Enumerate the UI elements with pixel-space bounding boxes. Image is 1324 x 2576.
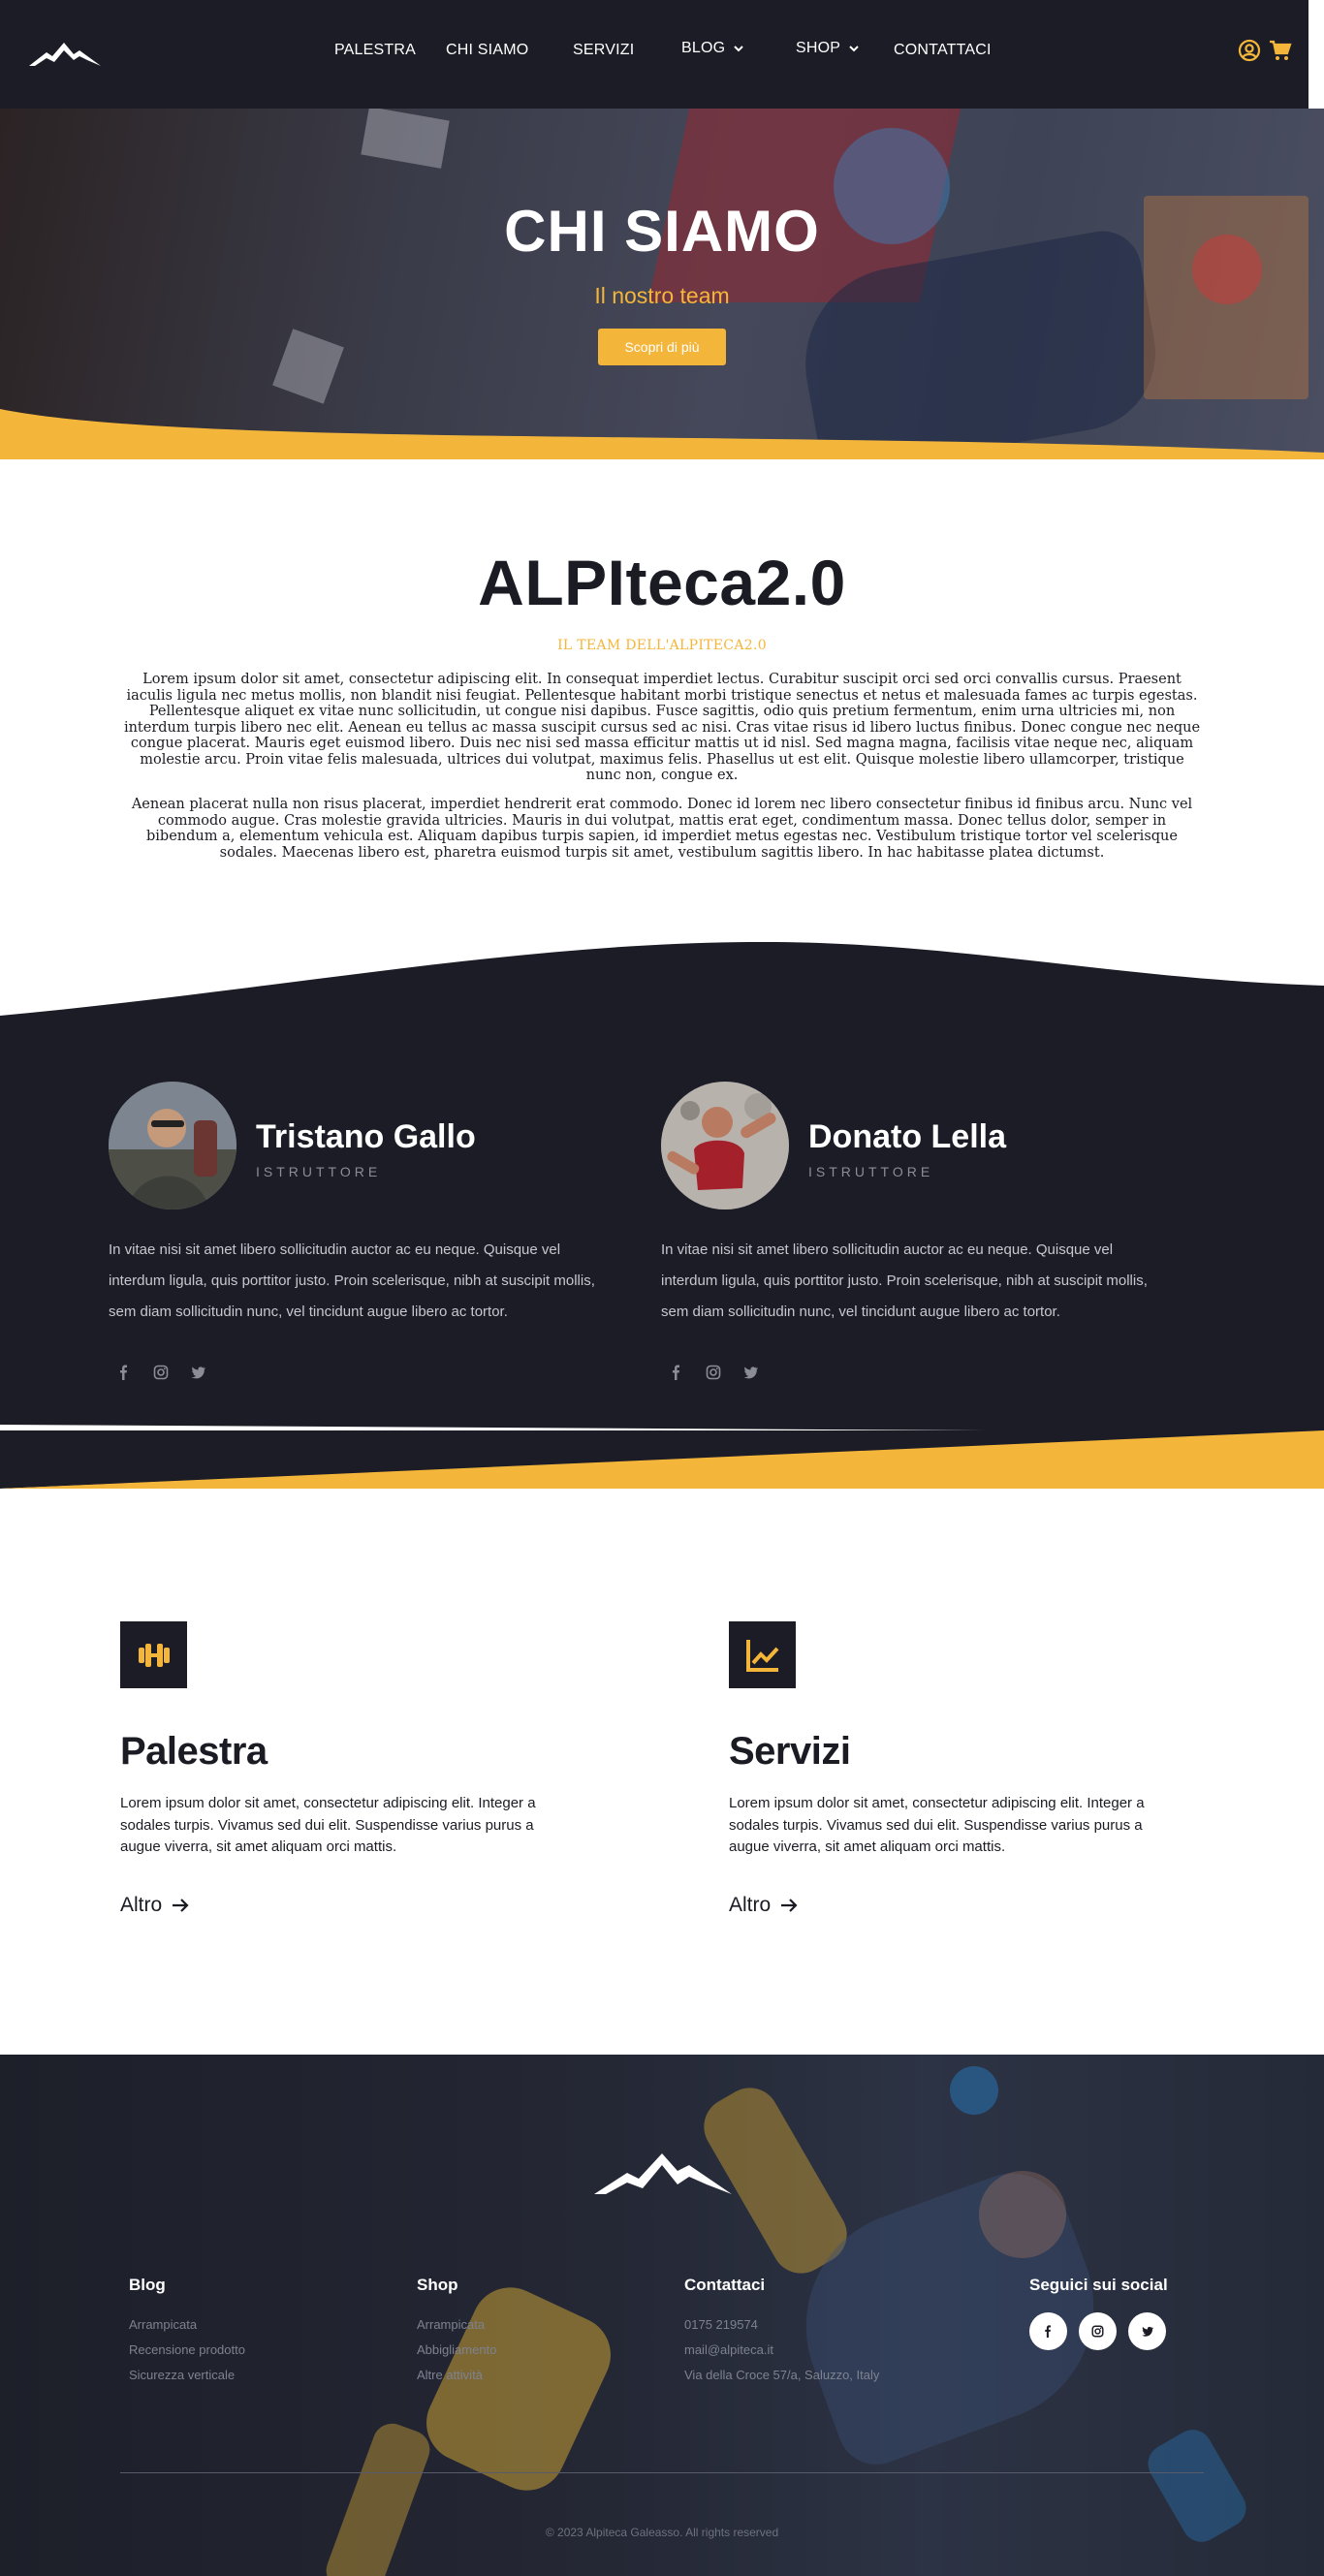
footer-social-column: Seguici sui social <box>1029 2276 1168 2350</box>
feature-title: Palestra <box>120 1730 268 1773</box>
scopri-button[interactable]: Scopri di più <box>598 329 726 365</box>
footer-blog-column: Blog Arrampicata Recensione prodotto Sic… <box>129 2276 245 2388</box>
footer-link[interactable]: Sicurezza verticale <box>129 2363 245 2388</box>
footer-link[interactable]: Recensione prodotto <box>129 2338 245 2363</box>
nav-item-label: PALESTRA <box>334 42 416 58</box>
nav-item-servizi[interactable]: SERVIZI <box>573 42 634 59</box>
feature-text: Lorem ipsum dolor sit amet, consectetur … <box>120 1795 536 1855</box>
nav-icons <box>1238 39 1292 62</box>
footer-copyright: © 2023 Alpiteca Galeasso. All rights res… <box>545 2526 779 2539</box>
footer-address: Via della Croce 57/a, Saluzzo, Italy <box>684 2368 880 2382</box>
nav-item-label: CONTATTACI <box>894 42 992 58</box>
footer-contact-column: Contattaci 0175 219574 mail@alpiteca.it … <box>684 2276 879 2388</box>
about-kicker: IL TEAM DELL'ALPITECA2.0 <box>557 638 767 653</box>
nav-item-label: BLOG <box>681 40 726 56</box>
footer-link[interactable]: Arrampicata <box>417 2312 496 2338</box>
nav-item-label: CHI SIAMO <box>446 42 529 58</box>
footer-link[interactable]: Arrampicata <box>129 2312 245 2338</box>
nav-item-contattaci[interactable]: CONTATTACI <box>894 42 992 59</box>
instagram-icon[interactable] <box>153 1365 169 1380</box>
chevron-down-icon <box>849 46 859 52</box>
nav-item-blog[interactable]: BLOG <box>681 40 744 57</box>
nav-item-shop[interactable]: SHOP <box>796 40 860 57</box>
member-role: ISTRUTTORE <box>256 1164 382 1179</box>
footer-divider <box>120 2472 1204 2473</box>
team-wave-divider <box>0 941 1324 1027</box>
about-title: ALPIteca2.0 <box>478 547 846 618</box>
twitter-icon[interactable] <box>1128 2312 1166 2350</box>
member-role: ISTRUTTORE <box>808 1164 934 1179</box>
hero-title: CHI SIAMO <box>504 199 820 264</box>
instagram-icon[interactable] <box>1079 2312 1117 2350</box>
footer-heading: Blog <box>129 2276 166 2294</box>
member-social-links <box>669 1365 758 1380</box>
altro-link[interactable]: Altro <box>120 1894 191 1917</box>
avatar <box>661 1082 789 1209</box>
footer: Blog Arrampicata Recensione prodotto Sic… <box>0 2055 1324 2576</box>
footer-heading: Contattaci <box>684 2276 766 2294</box>
footer-email[interactable]: mail@alpiteca.it <box>684 2338 879 2363</box>
member-name: Tristano Gallo <box>256 1118 476 1155</box>
main-menu: PALESTRA CHI SIAMO SERVIZI BLOG SHOP CON… <box>0 40 1308 65</box>
member-bio: In vitae nisi sit amet libero sollicitud… <box>109 1241 595 1320</box>
team-member-card: Donato Lella ISTRUTTORE In vitae nisi si… <box>661 1082 1165 1392</box>
footer-background-image <box>950 2066 998 2115</box>
footer-background-image <box>979 2171 1066 2258</box>
feature-palestra: Palestra Lorem ipsum dolor sit amet, con… <box>120 1621 585 1932</box>
feature-servizi: Servizi Lorem ipsum dolor sit amet, cons… <box>729 1621 1194 1932</box>
footer-social-links <box>1029 2312 1168 2350</box>
member-social-links <box>116 1365 205 1380</box>
nav-item-chi-siamo[interactable]: CHI SIAMO <box>446 42 528 59</box>
footer-background-image <box>321 2418 435 2576</box>
footer-heading: Shop <box>417 2276 458 2294</box>
facebook-icon[interactable] <box>1029 2312 1067 2350</box>
nav-item-label: SHOP <box>796 40 841 56</box>
footer-link[interactable]: Abbigliamento <box>417 2338 496 2363</box>
facebook-icon[interactable] <box>116 1365 132 1380</box>
chevron-down-icon <box>734 46 743 52</box>
dumbbell-icon <box>120 1621 187 1688</box>
footer-phone[interactable]: 0175 219574 <box>684 2312 879 2338</box>
twitter-icon[interactable] <box>190 1365 205 1380</box>
footer-heading: Seguici sui social <box>1029 2276 1168 2294</box>
footer-link[interactable]: Altre attività <box>417 2363 496 2388</box>
arrow-right-icon <box>173 1899 189 1912</box>
team-member-card: Tristano Gallo ISTRUTTORE In vitae nisi … <box>109 1082 613 1392</box>
nav-item-palestra[interactable]: PALESTRA <box>334 42 416 59</box>
member-bio: In vitae nisi sit amet libero sollicitud… <box>661 1241 1148 1320</box>
chart-line-icon <box>729 1621 796 1688</box>
altro-link-label: Altro <box>729 1894 772 1916</box>
altro-link[interactable]: Altro <box>729 1894 800 1917</box>
avatar <box>109 1082 236 1209</box>
nav-item-label: SERVIZI <box>573 42 635 58</box>
feature-title: Servizi <box>729 1730 851 1773</box>
instagram-icon[interactable] <box>706 1365 721 1380</box>
top-navigation: PALESTRA CHI SIAMO SERVIZI BLOG SHOP CON… <box>0 0 1308 109</box>
hero-white-edge <box>0 459 1324 461</box>
about-paragraph: Aenean placerat nulla non risus placerat… <box>131 797 1193 861</box>
user-icon[interactable] <box>1238 39 1261 62</box>
team-yellow-divider <box>0 1425 1324 1492</box>
hero-subtitle: Il nostro team <box>594 283 730 308</box>
cart-icon[interactable] <box>1269 39 1292 62</box>
mountain-logo-icon[interactable] <box>594 2148 732 2198</box>
twitter-icon[interactable] <box>742 1365 758 1380</box>
arrow-right-icon <box>781 1899 798 1912</box>
member-name: Donato Lella <box>808 1118 1007 1155</box>
altro-link-label: Altro <box>120 1894 163 1916</box>
about-paragraph: Lorem ipsum dolor sit amet, consectetur … <box>123 672 1201 783</box>
footer-shop-column: Shop Arrampicata Abbigliamento Altre att… <box>417 2276 496 2388</box>
feature-text: Lorem ipsum dolor sit amet, consectetur … <box>729 1795 1145 1855</box>
facebook-icon[interactable] <box>669 1365 684 1380</box>
